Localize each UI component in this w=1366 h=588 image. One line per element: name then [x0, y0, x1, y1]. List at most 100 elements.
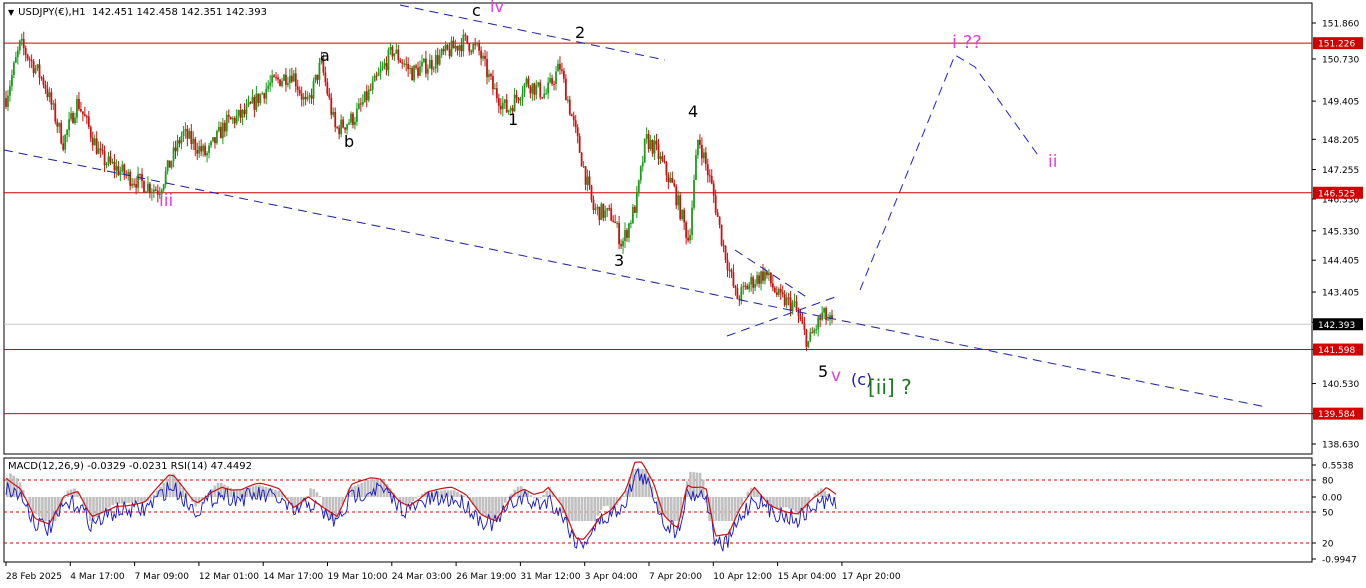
- macd-bar: [255, 485, 258, 497]
- macd-bar: [117, 497, 121, 504]
- candle-body: [243, 109, 246, 115]
- candle-body: [497, 98, 500, 106]
- macd-bar: [788, 497, 791, 509]
- candle-body: [97, 148, 100, 154]
- macd-bar: [98, 497, 102, 515]
- macd-bar: [571, 497, 574, 521]
- candle-body: [606, 208, 609, 211]
- candle-body: [726, 259, 729, 271]
- wave-label: c: [472, 1, 481, 20]
- candle-body: [18, 40, 21, 51]
- candle-body: [600, 203, 603, 221]
- candle-body: [809, 332, 812, 342]
- candle-body: [233, 118, 236, 124]
- price-tick-label: 144.405: [1322, 257, 1359, 267]
- candle-body: [385, 63, 388, 71]
- candle-body: [129, 171, 132, 186]
- candle-body: [117, 166, 120, 176]
- candle-body: [198, 146, 201, 154]
- macd-bar: [504, 497, 507, 503]
- candle-body: [655, 140, 658, 145]
- candle-body: [434, 55, 437, 69]
- candle-body: [436, 55, 439, 65]
- candle-body: [484, 55, 486, 60]
- candle-body: [545, 93, 548, 95]
- candle-body: [78, 98, 80, 110]
- candle-body: [578, 136, 581, 153]
- time-tick-label: 7 Mar 09:00: [135, 572, 190, 582]
- candle-body: [492, 76, 494, 90]
- candle-body: [54, 103, 57, 122]
- candle-body: [700, 144, 703, 159]
- macd-bar: [53, 497, 57, 521]
- candle-body: [80, 109, 82, 112]
- candle-body: [383, 63, 386, 66]
- macd-bar: [673, 497, 676, 521]
- candle-body: [624, 229, 626, 241]
- candle-body: [202, 145, 205, 152]
- candle-body: [781, 292, 784, 295]
- candle-body: [681, 209, 684, 220]
- macd-bar: [542, 494, 545, 497]
- candle-body: [493, 88, 496, 90]
- candle-body: [379, 69, 382, 73]
- candle-body: [393, 53, 396, 57]
- candle-body: [762, 271, 764, 281]
- candle-body: [641, 162, 644, 167]
- candle-body: [405, 63, 408, 65]
- candle-body: [799, 315, 802, 320]
- candle-body: [764, 271, 766, 281]
- collapse-triangle-icon[interactable]: ▼: [8, 8, 14, 17]
- candle-body: [432, 68, 435, 70]
- candle-body: [661, 156, 664, 161]
- candle-body: [590, 185, 593, 200]
- current-price-label: 142.393: [1318, 321, 1355, 331]
- candle-body: [105, 163, 108, 166]
- candle-body: [537, 82, 540, 86]
- candle-body: [517, 97, 520, 101]
- candle-body: [732, 272, 735, 287]
- candle-body: [247, 102, 250, 106]
- candle-body: [83, 114, 86, 117]
- candle-body: [369, 89, 372, 91]
- candle-body: [239, 109, 242, 118]
- candle-body: [20, 38, 23, 41]
- candle-body: [214, 137, 216, 144]
- macd-bar: [727, 497, 731, 521]
- candle-body: [56, 121, 59, 127]
- candle-body: [693, 179, 695, 208]
- chart-canvas[interactable]: c iv2ab1 43iii5 v (c)[ii] ?i ??ii 151.860150…: [0, 0, 1366, 588]
- candle-body: [438, 55, 441, 65]
- candle-body: [359, 103, 362, 105]
- candle-body: [702, 152, 705, 159]
- candle-body: [281, 80, 283, 86]
- candle-body: [586, 176, 589, 185]
- candle-body: [223, 122, 226, 132]
- time-tick-label: 28 Feb 2025: [6, 572, 62, 582]
- candle-body: [428, 60, 431, 69]
- candle-body: [478, 42, 481, 51]
- level-price-label: 139.584: [1318, 410, 1355, 420]
- candle-body: [440, 49, 443, 56]
- macd-bar: [168, 474, 172, 497]
- candle-body: [44, 84, 47, 90]
- candle-body: [30, 60, 33, 62]
- candle-body: [229, 117, 232, 120]
- candle-body: [133, 183, 136, 185]
- candle-body: [474, 44, 477, 46]
- candle-body: [22, 38, 25, 49]
- candle-body: [174, 147, 177, 152]
- candle-body: [152, 189, 155, 192]
- candle-body: [610, 208, 613, 221]
- candle-body: [36, 64, 39, 69]
- candle-body: [466, 35, 469, 44]
- candle-body: [710, 175, 713, 184]
- candle-body: [791, 302, 794, 312]
- candle-body: [411, 68, 414, 81]
- candle-body: [85, 116, 88, 118]
- candle-body: [68, 119, 70, 130]
- candle-body: [785, 297, 788, 306]
- candle-body: [251, 96, 254, 104]
- candle-body: [99, 148, 102, 150]
- candle-body: [533, 83, 536, 95]
